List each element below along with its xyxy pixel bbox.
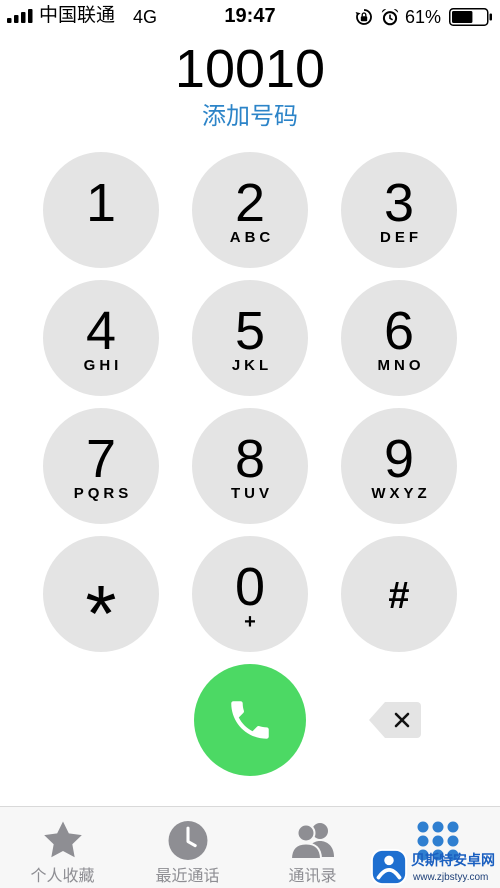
call-button[interactable] [194, 664, 306, 776]
key-digit: 5 [234, 301, 266, 361]
phone-icon [231, 701, 269, 739]
key-6[interactable]: 6 MNO [341, 280, 457, 396]
contacts-icon [289, 823, 334, 860]
tab-label: 个人收藏 [30, 868, 95, 885]
key-letters: GHI [83, 357, 123, 374]
battery-fill [452, 11, 473, 23]
key-letters: ABC [229, 229, 275, 246]
watermark-logo-icon [370, 848, 408, 886]
tab-contacts[interactable]: 通讯录 [250, 807, 375, 888]
key-2[interactable]: 2 ABC [192, 152, 308, 268]
key-9[interactable]: 9 WXYZ [341, 408, 457, 524]
dialed-number: 10010 [174, 39, 326, 99]
key-digit: 1 [85, 173, 117, 233]
key-4[interactable]: 4 GHI [43, 280, 159, 396]
key-digit: 4 [85, 301, 117, 361]
tab-label: 最近通话 [155, 868, 220, 885]
key-letters: WXYZ [371, 485, 431, 502]
key-digit: 6 [383, 301, 415, 361]
battery-icon [449, 8, 492, 26]
key-letters: TUV [231, 485, 273, 502]
key-0[interactable]: 0 + [192, 536, 308, 652]
key-digit: 9 [383, 429, 415, 489]
key-7[interactable]: 7 PQRS [43, 408, 159, 524]
key-digit: 0 [234, 557, 266, 617]
key-hash[interactable]: # [341, 536, 457, 652]
key-digit: 8 [234, 429, 266, 489]
key-1[interactable]: 1 [43, 152, 159, 268]
key-5[interactable]: 5 JKL [192, 280, 308, 396]
key-letters: PQRS [73, 485, 133, 502]
key-digit: 3 [383, 173, 415, 233]
add-number-link[interactable]: 添加号码 [0, 103, 500, 131]
delete-button[interactable] [368, 701, 422, 739]
key-star[interactable]: * [43, 536, 159, 658]
rotation-lock-icon [355, 9, 372, 25]
key-digit: 7 [85, 429, 117, 489]
battery-percent: 61% [405, 7, 442, 27]
key-digit: 2 [234, 173, 266, 233]
keypad: 1 2 ABC 3 DEF 4 GHI 5 JKL 6 MNO 7 PQRS 8… [43, 152, 457, 658]
star-icon [43, 821, 82, 858]
key-digit: # [388, 575, 410, 617]
tab-recents[interactable]: 最近通话 [125, 807, 250, 888]
key-letters: MNO [377, 357, 425, 374]
alarm-icon [381, 8, 399, 26]
key-letters: + [244, 611, 256, 633]
tab-label: 通讯录 [288, 868, 337, 885]
watermark: 贝斯特安卓网 www.zjbstyy.com [368, 846, 498, 888]
clock-icon [168, 821, 207, 860]
status-bar: 中国联通 4G 19:47 61% [0, 0, 500, 34]
key-letters: JKL [231, 357, 273, 374]
tab-favorites[interactable]: 个人收藏 [0, 807, 125, 888]
key-letters: DEF [380, 229, 422, 246]
watermark-url: www.zjbstyy.com [413, 872, 489, 883]
key-digit: * [85, 569, 117, 658]
key-8[interactable]: 8 TUV [192, 408, 308, 524]
key-3[interactable]: 3 DEF [341, 152, 457, 268]
backspace-icon [369, 702, 421, 738]
watermark-name: 贝斯特安卓网 [411, 852, 495, 868]
